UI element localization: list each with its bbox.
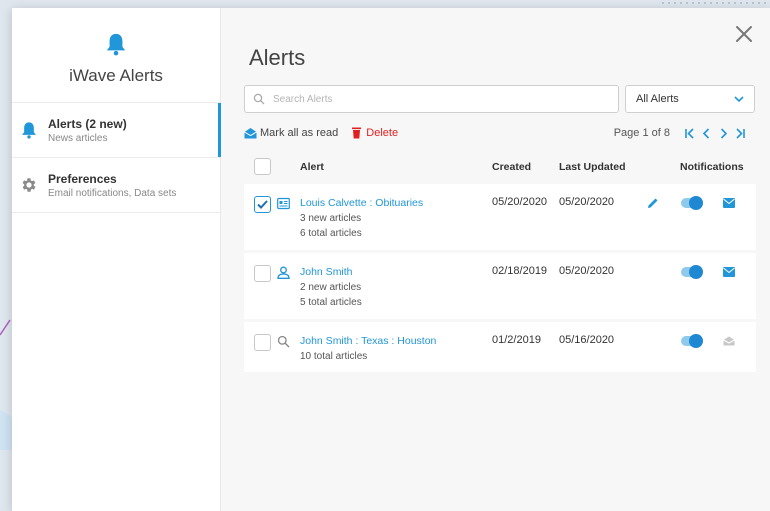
column-header-updated: Last Updated [559,161,626,173]
bell-icon [106,33,126,56]
updated-date: 05/20/2020 [559,196,615,208]
alerts-modal: iWave Alerts Alerts (2 new) News article… [12,8,770,511]
delete-label: Delete [366,127,399,139]
updated-date: 05/20/2020 [559,265,615,277]
sidebar-item-label: Alerts (2 new) [48,117,127,131]
main-panel: Alerts All Alerts Mark all as read [221,8,770,511]
alerts-table: Alert Created Last Updated Notifications [244,150,756,375]
row-checkbox[interactable] [254,265,271,282]
new-articles-count: 2 new articles [300,282,362,293]
envelope-open-icon [244,128,257,139]
next-page-icon[interactable] [718,127,729,139]
created-date: 05/20/2020 [492,196,548,208]
filter-select[interactable]: All Alerts [625,85,755,113]
search-input[interactable] [273,93,603,105]
search-icon [277,335,290,348]
new-articles-count: 3 new articles [300,213,362,224]
notifications-toggle[interactable] [681,265,703,279]
total-articles-count: 5 total articles [300,297,362,308]
check-icon [257,200,268,209]
bell-icon [22,122,36,139]
sidebar-item-sublabel: News articles [48,133,108,144]
app-title: iWave Alerts [69,66,163,85]
total-articles-count: 10 total articles [300,351,368,362]
envelope-open-icon[interactable] [723,336,735,346]
close-icon[interactable] [734,24,754,44]
alert-name-link[interactable]: John Smith [300,265,362,280]
alert-name-link[interactable]: Louis Calvette : Obituaries [300,196,423,211]
column-header-created: Created [492,161,532,173]
person-icon [277,266,290,279]
sidebar-item-alerts[interactable]: Alerts (2 new) News articles [12,103,221,158]
envelope-icon[interactable] [723,267,735,277]
created-date: 01/2/2019 [492,334,541,346]
last-page-icon[interactable] [735,127,746,139]
previous-page-icon[interactable] [701,127,712,139]
table-row: John Smith : Texas : Houston 10 total ar… [244,322,756,372]
total-articles-count: 6 total articles [300,228,362,239]
chevron-down-icon [734,95,744,102]
table-header: Alert Created Last Updated Notifications [244,150,756,184]
sidebar-item-sublabel: Email notifications, Data sets [48,188,177,199]
sidebar-item-preferences[interactable]: Preferences Email notifications, Data se… [12,158,220,213]
mark-all-read-button[interactable]: Mark all as read [244,127,338,139]
page-title: Alerts [249,45,306,70]
column-header-notifications: Notifications [680,161,744,173]
brand: iWave Alerts [12,8,220,103]
select-all-checkbox[interactable] [254,158,271,175]
filter-select-value: All Alerts [636,93,679,105]
pencil-icon[interactable] [647,197,659,209]
column-header-alert: Alert [300,161,324,173]
alert-name-link[interactable]: John Smith : Texas : Houston [300,334,436,349]
mark-all-read-label: Mark all as read [260,127,339,139]
row-checkbox[interactable] [254,334,271,351]
profile-card-icon [277,197,290,210]
envelope-icon[interactable] [723,198,735,208]
notifications-toggle[interactable] [681,196,703,210]
search-box[interactable] [244,85,619,113]
search-icon [253,93,265,105]
notifications-toggle[interactable] [681,334,703,348]
first-page-icon[interactable] [684,127,695,139]
trash-icon [352,127,362,139]
row-checkbox[interactable] [254,196,271,213]
page-info: Page 1 of 8 [613,127,670,139]
gear-icon [22,178,36,192]
table-row: John Smith 2 new articles 5 total articl… [244,253,756,319]
delete-button[interactable]: Delete [350,127,398,139]
table-row: Louis Calvette : Obituaries 3 new articl… [244,184,756,250]
created-date: 02/18/2019 [492,265,548,277]
sidebar-item-label: Preferences [48,172,117,186]
updated-date: 05/16/2020 [559,334,615,346]
pagination [684,127,746,139]
sidebar: iWave Alerts Alerts (2 new) News article… [12,8,221,511]
toolbar: Mark all as read Delete Page 1 of 8 [244,124,746,142]
